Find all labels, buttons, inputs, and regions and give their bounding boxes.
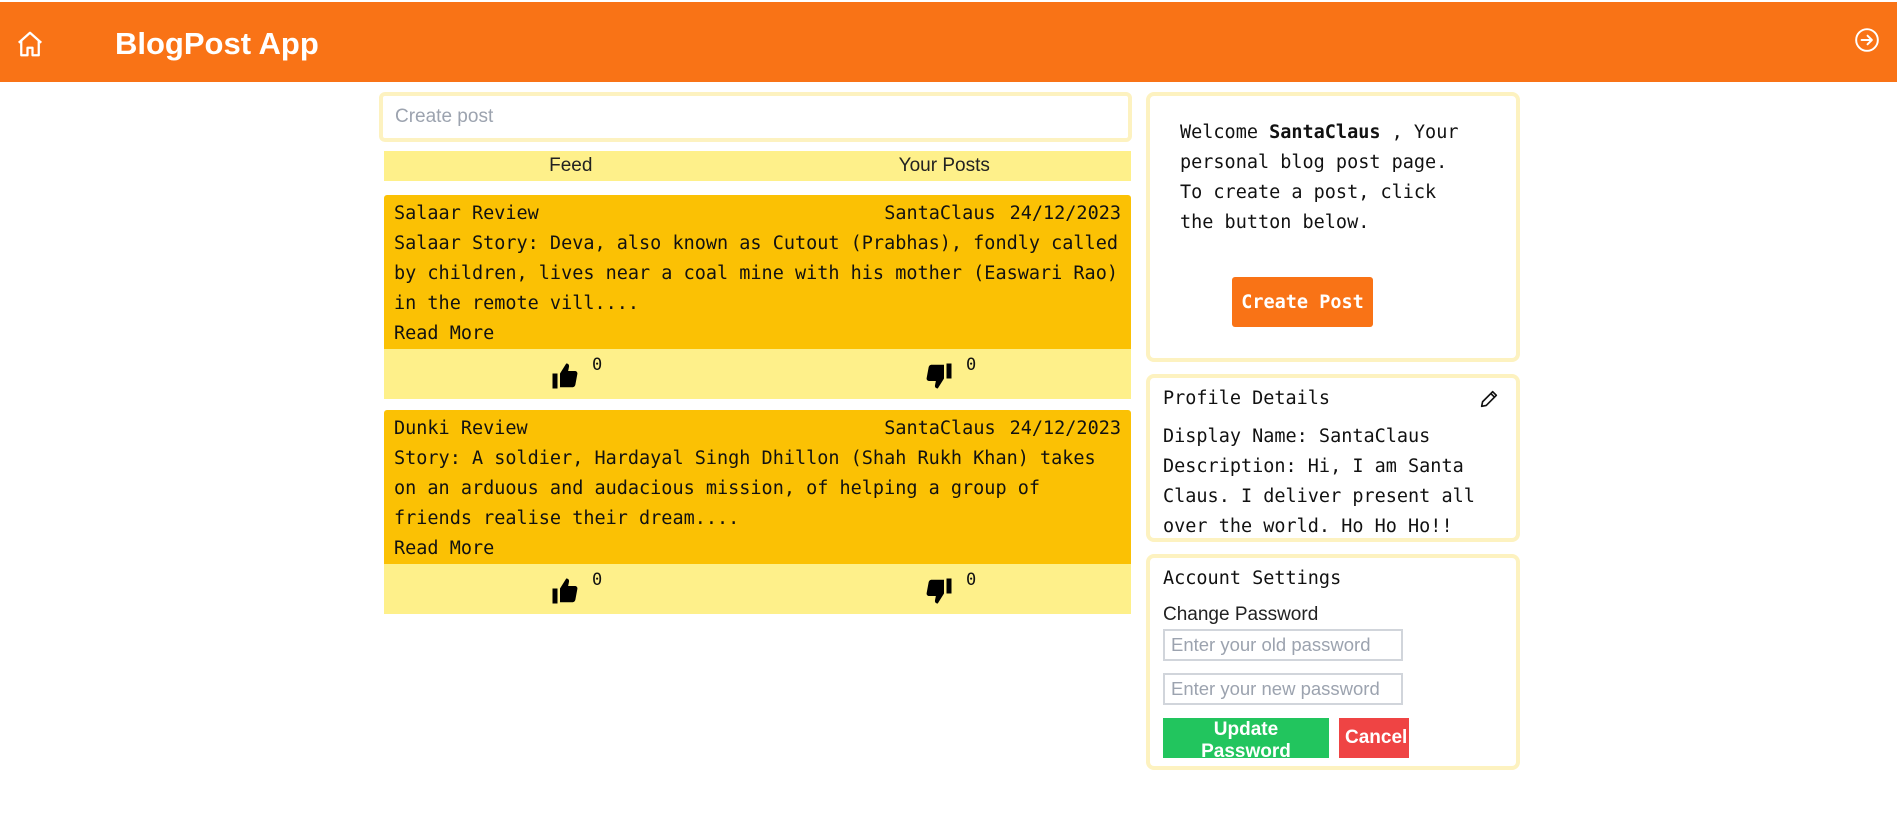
post-content: Salaar Review SantaClaus 24/12/2023 Salaa…: [384, 195, 1131, 349]
top-navbar: BlogPost App: [0, 2, 1897, 82]
edit-pencil-icon[interactable]: [1478, 388, 1500, 410]
cancel-button[interactable]: Cancel: [1339, 718, 1409, 758]
account-settings-title: Account Settings: [1163, 568, 1342, 589]
tab-feed[interactable]: Feed: [384, 151, 758, 181]
post-date: 24/12/2023: [1009, 203, 1121, 224]
like-button[interactable]: 0: [550, 353, 602, 391]
post-author: SantaClaus: [884, 203, 996, 224]
post-card: Salaar Review SantaClaus 24/12/2023 Salaa…: [384, 195, 1131, 399]
post-excerpt: Salaar Story: Deva, also known as Cutout…: [394, 233, 1118, 314]
post-author: SantaClaus: [884, 418, 996, 439]
feed-tabs: Feed Your Posts: [384, 151, 1131, 181]
thumbs-up-icon: [552, 363, 578, 389]
welcome-prefix: Welcome: [1180, 122, 1270, 143]
create-post-input[interactable]: [379, 92, 1132, 142]
read-more-link[interactable]: Read More: [394, 319, 1121, 349]
home-icon[interactable]: [14, 28, 46, 60]
post-date: 24/12/2023: [1009, 418, 1121, 439]
like-count: 0: [592, 570, 603, 590]
app-title: BlogPost App: [115, 26, 319, 61]
dislike-count: 0: [966, 570, 977, 590]
post-actions: 0 0: [384, 349, 1131, 399]
change-password-label: Change Password: [1163, 604, 1319, 625]
post-actions: 0 0: [384, 564, 1131, 614]
post-excerpt: Story: A soldier, Hardayal Singh Dhillon…: [394, 448, 1096, 529]
display-name: Display Name: SantaClaus: [1163, 426, 1431, 447]
post-card: Dunki Review SantaClaus 24/12/2023 Story:…: [384, 410, 1131, 614]
account-settings-card: Account Settings Change Password Update …: [1146, 554, 1520, 770]
logout-arrow-icon[interactable]: [1851, 24, 1883, 56]
profile-details-card: Profile Details Display Name: SantaClaus…: [1146, 374, 1520, 542]
post-title[interactable]: Dunki Review: [394, 414, 528, 444]
thumbs-up-icon: [552, 578, 578, 604]
profile-details-title: Profile Details: [1163, 388, 1331, 409]
like-count: 0: [592, 355, 603, 375]
update-password-button[interactable]: Update Password: [1163, 718, 1329, 762]
thumbs-down-icon: [926, 578, 952, 604]
dislike-button[interactable]: 0: [924, 353, 976, 391]
welcome-username: SantaClaus: [1269, 122, 1381, 143]
dislike-count: 0: [966, 355, 977, 375]
dislike-button[interactable]: 0: [924, 568, 976, 606]
old-password-field[interactable]: [1163, 629, 1403, 661]
new-password-field[interactable]: [1163, 673, 1403, 705]
welcome-card: Welcome SantaClaus , Your personal blog …: [1146, 92, 1520, 362]
thumbs-down-icon: [926, 363, 952, 389]
post-content: Dunki Review SantaClaus 24/12/2023 Story:…: [384, 410, 1131, 564]
tab-your-posts[interactable]: Your Posts: [758, 151, 1132, 181]
welcome-text: Welcome SantaClaus , Your personal blog …: [1180, 118, 1480, 238]
profile-info: Display Name: SantaClaus Description: Hi…: [1163, 422, 1503, 542]
read-more-link[interactable]: Read More: [394, 534, 1121, 564]
post-title[interactable]: Salaar Review: [394, 199, 539, 229]
create-post-button[interactable]: Create Post: [1232, 277, 1373, 327]
like-button[interactable]: 0: [550, 568, 602, 606]
profile-description: Description: Hi, I am Santa Claus. I del…: [1163, 456, 1475, 537]
